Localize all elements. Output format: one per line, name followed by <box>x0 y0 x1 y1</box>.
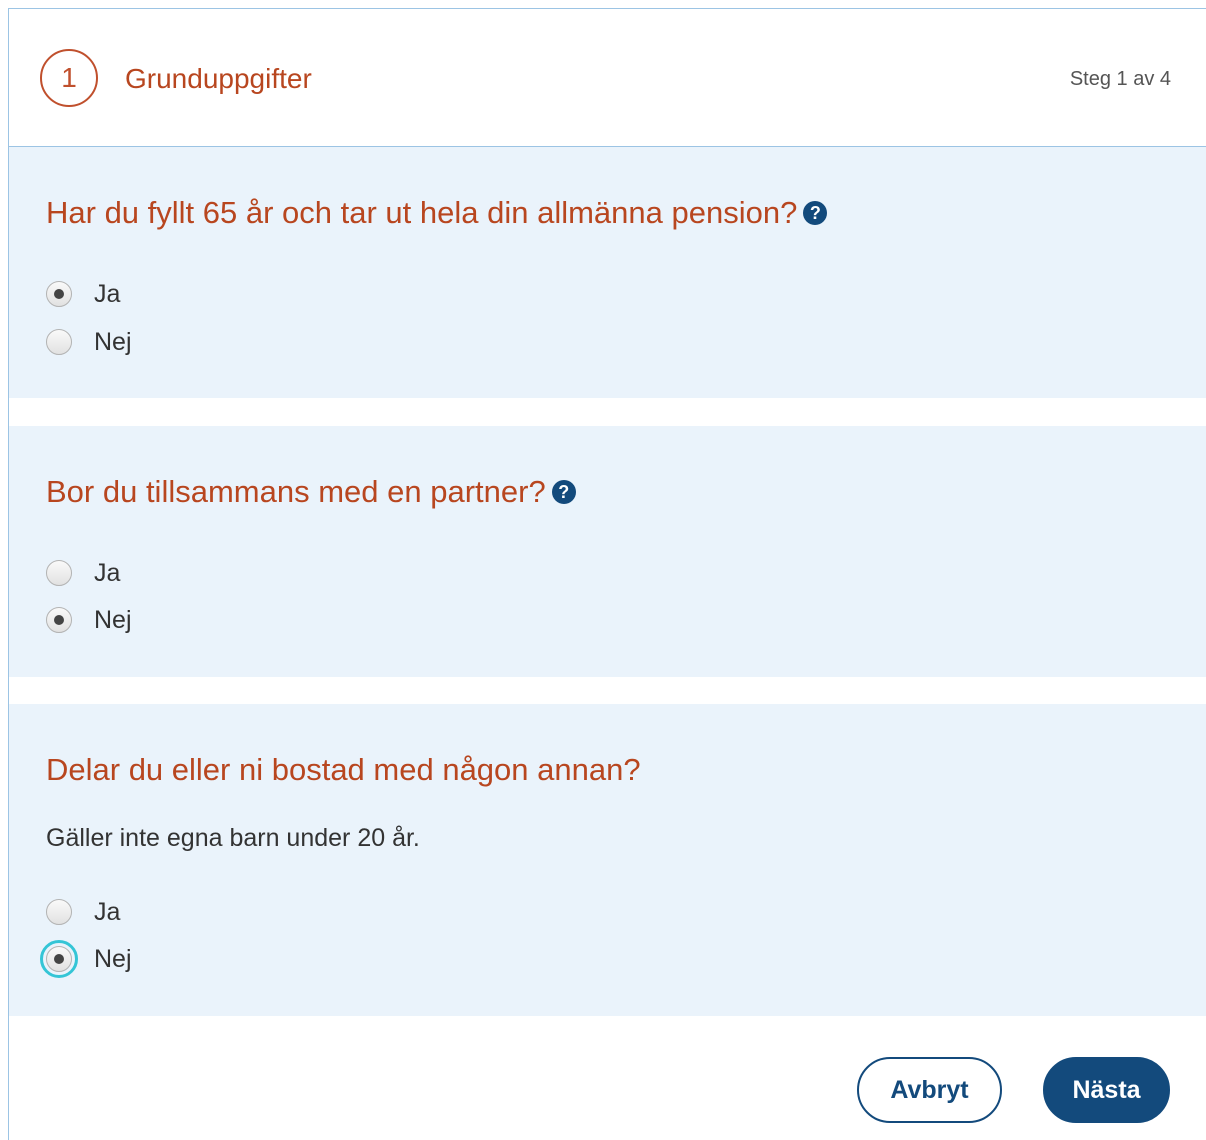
question-hint: Gäller inte egna barn under 20 år. <box>46 824 420 852</box>
question-text: Delar du eller ni bostad med någon annan… <box>46 752 641 787</box>
question-text: Bor du tillsammans med en partner? <box>46 474 546 509</box>
radio-button[interactable] <box>46 329 72 355</box>
step-header: 1 Grunduppgifter Steg 1 av 4 <box>9 9 1206 147</box>
radio-option-ja[interactable]: Ja <box>46 556 120 590</box>
question-section-partner: Bor du tillsammans med en partner?? Ja N… <box>9 426 1206 677</box>
question-title: Har du fyllt 65 år och tar ut hela din a… <box>46 193 828 233</box>
form-card: 1 Grunduppgifter Steg 1 av 4 Har du fyll… <box>8 8 1206 1140</box>
cancel-button[interactable]: Avbryt <box>857 1057 1002 1123</box>
radio-option-nej[interactable]: Nej <box>40 940 132 978</box>
radio-button[interactable] <box>46 899 72 925</box>
question-circle-icon[interactable]: ? <box>551 480 576 504</box>
question-circle-icon[interactable]: ? <box>803 201 828 225</box>
next-button[interactable]: Nästa <box>1043 1057 1170 1123</box>
radio-button[interactable] <box>46 607 72 633</box>
radio-button[interactable] <box>40 940 78 978</box>
radio-label[interactable]: Nej <box>94 604 132 636</box>
step-counter: Steg 1 av 4 <box>1069 68 1171 90</box>
radio-label[interactable]: Ja <box>94 278 120 310</box>
question-section-shared-housing: Delar du eller ni bostad med någon annan… <box>9 704 1206 1016</box>
radio-option-nej[interactable]: Nej <box>46 325 132 359</box>
question-title: Bor du tillsammans med en partner?? <box>46 472 576 512</box>
question-section-pension: Har du fyllt 65 år och tar ut hela din a… <box>9 147 1206 398</box>
step-number-badge: 1 <box>40 49 98 107</box>
radio-label[interactable]: Nej <box>94 943 132 975</box>
question-title: Delar du eller ni bostad med någon annan… <box>46 750 641 790</box>
radio-option-ja[interactable]: Ja <box>46 895 120 929</box>
question-text: Har du fyllt 65 år och tar ut hela din a… <box>46 195 798 230</box>
radio-label[interactable]: Nej <box>94 326 132 358</box>
radio-button[interactable] <box>46 281 72 307</box>
radio-button[interactable] <box>46 560 72 586</box>
radio-label[interactable]: Ja <box>94 896 120 928</box>
radio-option-nej[interactable]: Nej <box>46 603 132 637</box>
radio-label[interactable]: Ja <box>94 557 120 589</box>
radio-option-ja[interactable]: Ja <box>46 277 120 311</box>
step-title: Grunduppgifter <box>125 63 312 94</box>
